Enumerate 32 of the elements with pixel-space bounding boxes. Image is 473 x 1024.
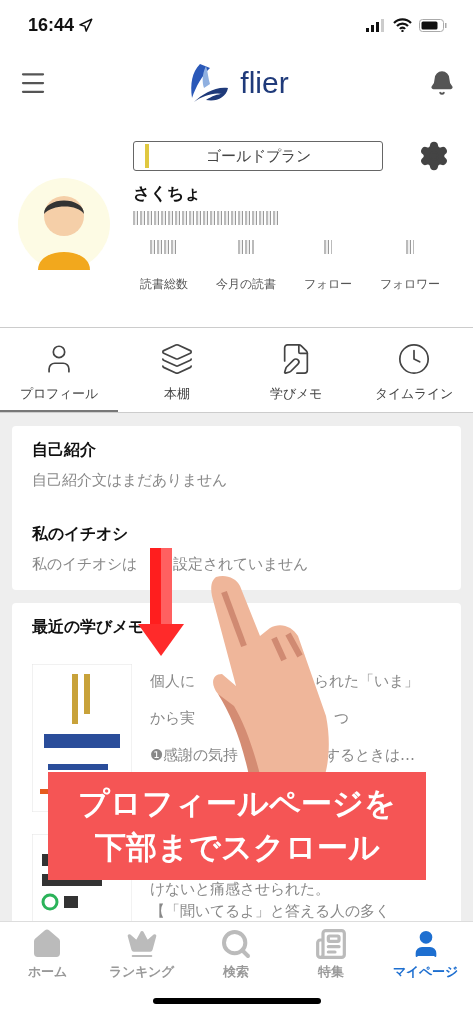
stat-label: 読書総数 (140, 276, 188, 293)
section-title: 私のイチオシ (32, 524, 129, 545)
nav-item[interactable]: 特集 (283, 922, 379, 990)
section-title: 最近の学びメモ (32, 617, 145, 638)
logo-text: flier (240, 65, 289, 100)
stat-label: フォロー (304, 276, 352, 293)
status-time: 16:44 (28, 14, 75, 36)
section-text: 設定されていません (173, 555, 308, 574)
nav-item[interactable]: ランキング (94, 922, 190, 990)
nav-item[interactable]: ホーム (0, 922, 95, 990)
plan-badge: ゴールドプラン (133, 141, 383, 171)
memo-text: 個人に (150, 672, 195, 691)
caption-text: 下部までスクロール (94, 828, 380, 867)
memo-text: けないと痛感させられた。 (150, 880, 330, 899)
memo-text: 【「聞いてるよ」と答える人の多く (150, 902, 390, 921)
user-name: さくちょ (133, 182, 202, 205)
nav-item[interactable]: 検索 (189, 922, 284, 990)
section-text: 私のイチオシは (32, 555, 137, 574)
section-title: 自己紹介 (32, 440, 97, 461)
memo-text: つ (334, 709, 349, 728)
memo-text: ❶感謝の気持 (150, 746, 239, 765)
stat-label: フォロワー (380, 276, 440, 293)
profile-tab[interactable]: 学びメモ (236, 328, 355, 412)
stat-label: 今月の読書 (216, 276, 276, 293)
nav-item[interactable]: マイページ (378, 922, 473, 990)
profile-tab[interactable]: タイムライン (354, 328, 473, 412)
memo-text: られた「いま」 (314, 672, 419, 691)
caption-text: プロフィールページを (78, 784, 396, 823)
profile-tab[interactable]: 本棚 (118, 328, 237, 412)
memo-text: から実 (150, 709, 195, 728)
memo-text: するときは… (325, 746, 415, 765)
section-text: 自己紹介文はまだありません (32, 471, 227, 490)
